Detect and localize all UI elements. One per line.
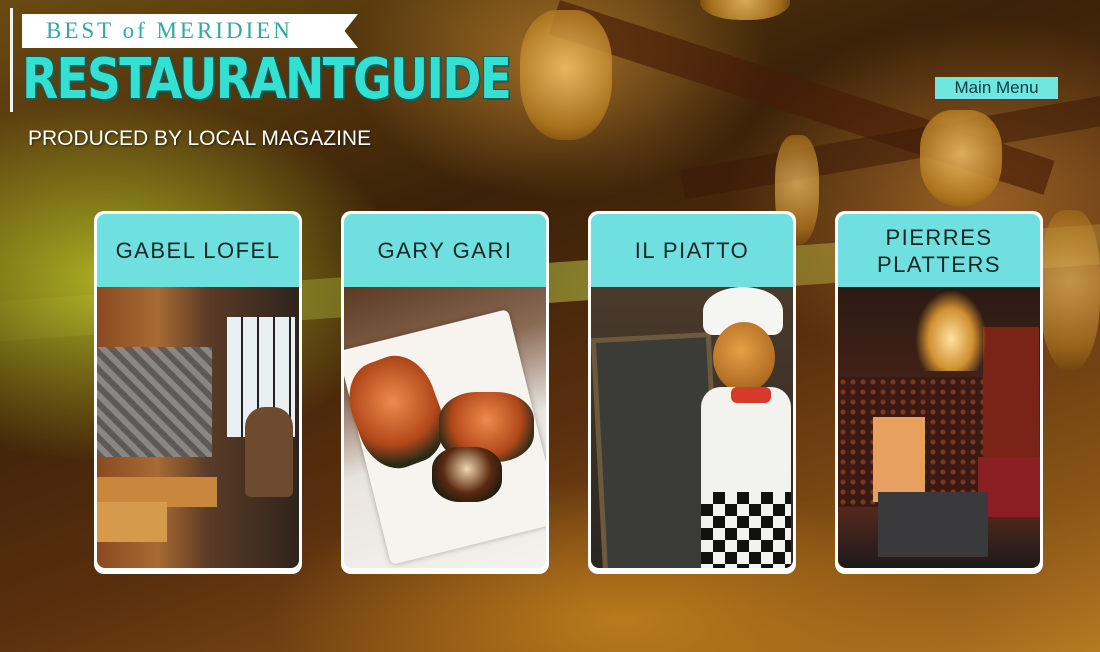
background-lamp — [1040, 210, 1100, 370]
background-lamp — [920, 110, 1002, 206]
banner-pole — [10, 8, 13, 112]
restaurant-list: GABEL LOFEL GARY GARI IL PIATTO PIERRES … — [94, 211, 1044, 574]
restaurant-name: PIERRES PLATTERS — [838, 214, 1040, 287]
page-subtitle: PRODUCED BY LOCAL MAGAZINE — [28, 127, 372, 150]
restaurant-photo — [97, 287, 299, 568]
restaurant-name: IL PIATTO — [591, 214, 793, 287]
restaurant-name: GARY GARI — [344, 214, 546, 287]
restaurant-card-pierres-platters[interactable]: PIERRES PLATTERS — [835, 211, 1043, 574]
restaurant-name: GABEL LOFEL — [97, 214, 299, 287]
banner-text: BEST of MERIDIEN — [46, 18, 293, 43]
restaurant-card-gabel-lofel[interactable]: GABEL LOFEL — [94, 211, 302, 574]
restaurant-card-gary-gari[interactable]: GARY GARI — [341, 211, 549, 574]
restaurant-photo — [591, 287, 793, 568]
restaurant-card-il-piatto[interactable]: IL PIATTO — [588, 211, 796, 574]
background-lamp — [700, 0, 790, 20]
background-lamp — [520, 10, 612, 140]
page-title: RESTAURANTGUIDE — [22, 47, 512, 112]
main-menu-button[interactable]: Main Menu — [935, 77, 1058, 99]
restaurant-photo — [344, 287, 546, 568]
restaurant-photo — [838, 287, 1040, 568]
